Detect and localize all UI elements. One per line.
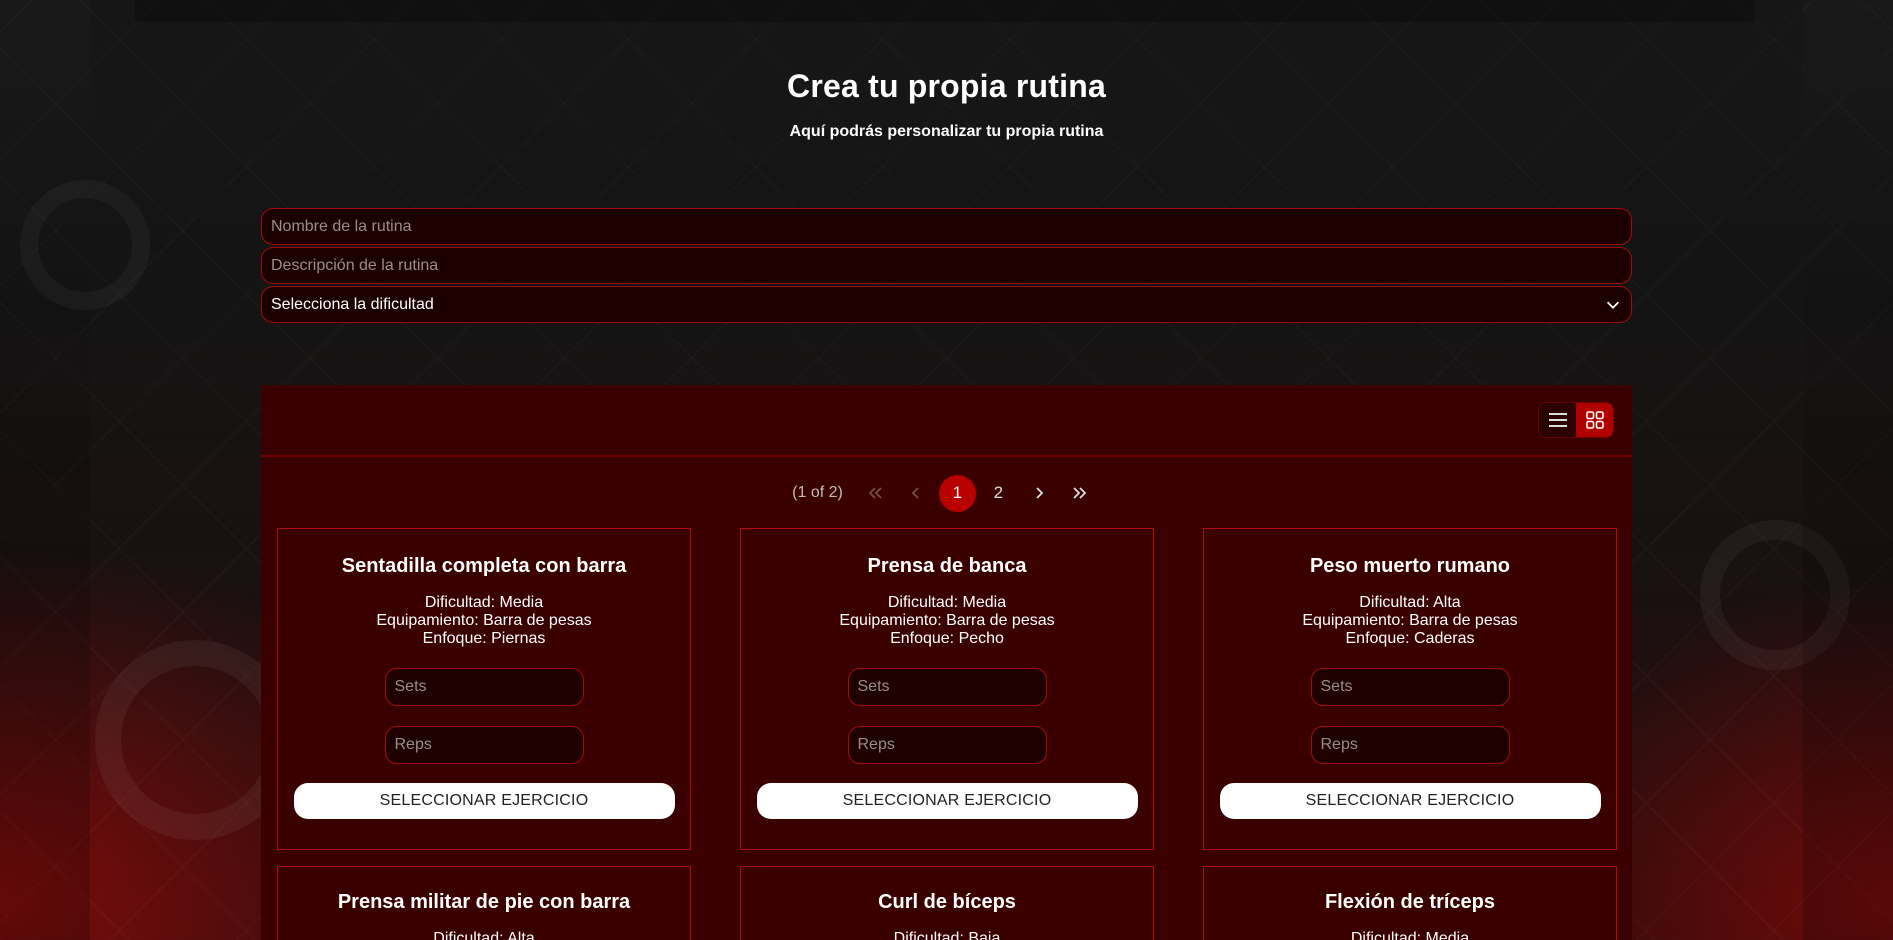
exercise-difficulty: Dificultad: Media xyxy=(1350,930,1470,940)
next-page-button[interactable] xyxy=(1019,475,1060,512)
exercise-title: Prensa militar de pie con barra xyxy=(337,891,631,913)
exercise-card: Prensa militar de pie con barra Dificult… xyxy=(277,866,691,940)
exercise-card: Peso muerto rumano Dificultad: Alta Equi… xyxy=(1203,528,1617,850)
select-exercise-button[interactable]: SELECCIONAR EJERCICIO xyxy=(756,783,1138,819)
routine-description-placeholder: Descripción de la rutina xyxy=(271,256,439,274)
double-chevron-left-icon xyxy=(869,487,882,499)
page-report: (1 of 2) xyxy=(792,484,843,501)
sets-input[interactable]: Sets xyxy=(847,668,1047,706)
prev-page-button[interactable] xyxy=(896,475,937,512)
exercise-card: Sentadilla completa con barra Dificultad… xyxy=(277,528,691,850)
view-toggle xyxy=(1538,402,1614,438)
chevron-down-icon xyxy=(1606,301,1620,309)
chevron-left-icon xyxy=(912,487,919,499)
panel-header xyxy=(261,385,1632,457)
left-shade xyxy=(0,0,90,940)
routine-form: Nombre de la rutina Descripción de la ru… xyxy=(261,208,1632,325)
page-subtitle: Aquí podrás personalizar tu propia rutin… xyxy=(789,123,1104,140)
exercise-info: Dificultad: Media xyxy=(1204,930,1616,940)
exercise-focus: Enfoque: Piernas xyxy=(422,630,546,647)
sets-input[interactable]: Sets xyxy=(384,668,584,706)
difficulty-select[interactable]: Selecciona la dificultad xyxy=(261,286,1632,323)
reps-input[interactable]: Reps xyxy=(1310,726,1510,764)
routine-description-input[interactable]: Descripción de la rutina xyxy=(261,247,1632,284)
list-view-button[interactable] xyxy=(1539,403,1576,437)
exercise-grid: Sentadilla completa con barra Dificultad… xyxy=(277,528,1617,940)
routine-name-placeholder: Nombre de la rutina xyxy=(271,217,412,235)
exercise-title: Prensa de banca xyxy=(867,555,1027,577)
exercise-difficulty: Dificultad: Baja xyxy=(893,930,1001,940)
exercise-title: Peso muerto rumano xyxy=(1309,555,1511,577)
exercise-focus: Enfoque: Pecho xyxy=(890,630,1004,647)
page-header: Crea tu propia rutina Aquí podrás person… xyxy=(0,68,1893,141)
exercise-panel: (1 of 2) 1 2 Sentadilla completa con bar… xyxy=(261,385,1632,940)
exercise-info: Dificultad: Media Equipamiento: Barra de… xyxy=(278,594,690,648)
chevron-right-icon xyxy=(1036,487,1044,499)
first-page-button[interactable] xyxy=(855,475,896,512)
exercise-title: Flexión de tríceps xyxy=(1324,891,1496,913)
difficulty-select-value: Selecciona la dificultad xyxy=(271,295,434,313)
exercise-card: Flexión de tríceps Dificultad: Media xyxy=(1203,866,1617,940)
exercise-difficulty: Dificultad: Media xyxy=(887,594,1007,611)
exercise-focus: Enfoque: Caderas xyxy=(1345,630,1475,647)
exercise-equipment: Equipamiento: Barra de pesas xyxy=(376,612,592,629)
select-exercise-button[interactable]: SELECCIONAR EJERCICIO xyxy=(1219,783,1601,819)
reps-input[interactable]: Reps xyxy=(847,726,1047,764)
page-button-1[interactable]: 1 xyxy=(938,474,976,512)
exercise-equipment: Equipamiento: Barra de pesas xyxy=(1302,612,1518,629)
double-chevron-right-icon xyxy=(1073,487,1087,499)
exercise-info: Dificultad: Alta xyxy=(278,930,690,940)
exercise-info: Dificultad: Alta Equipamiento: Barra de … xyxy=(1204,594,1616,648)
page-title: Crea tu propia rutina xyxy=(787,68,1106,104)
exercise-info: Dificultad: Media Equipamiento: Barra de… xyxy=(741,594,1153,648)
exercise-difficulty: Dificultad: Media xyxy=(424,594,544,611)
exercise-card: Prensa de banca Dificultad: Media Equipa… xyxy=(740,528,1154,850)
routine-name-input[interactable]: Nombre de la rutina xyxy=(261,208,1632,245)
exercise-card: Curl de bíceps Dificultad: Baja xyxy=(740,866,1154,940)
last-page-button[interactable] xyxy=(1060,475,1101,512)
exercise-info: Dificultad: Baja xyxy=(741,930,1153,940)
reps-input[interactable]: Reps xyxy=(384,726,584,764)
list-view-icon xyxy=(1548,413,1567,427)
top-strip xyxy=(135,0,1755,22)
exercise-equipment: Equipamiento: Barra de pesas xyxy=(839,612,1055,629)
select-exercise-button[interactable]: SELECCIONAR EJERCICIO xyxy=(293,783,675,819)
exercise-difficulty: Dificultad: Alta xyxy=(1359,594,1461,611)
exercise-difficulty: Dificultad: Alta xyxy=(433,930,535,940)
grid-view-button[interactable] xyxy=(1576,403,1613,437)
exercise-title: Curl de bíceps xyxy=(878,891,1016,913)
page-button-2[interactable]: 2 xyxy=(978,475,1019,512)
exercise-title: Sentadilla completa con barra xyxy=(341,555,627,577)
grid-view-icon xyxy=(1585,411,1604,429)
right-shade xyxy=(1803,0,1893,940)
paginator: (1 of 2) 1 2 xyxy=(261,457,1632,529)
sets-input[interactable]: Sets xyxy=(1310,668,1510,706)
